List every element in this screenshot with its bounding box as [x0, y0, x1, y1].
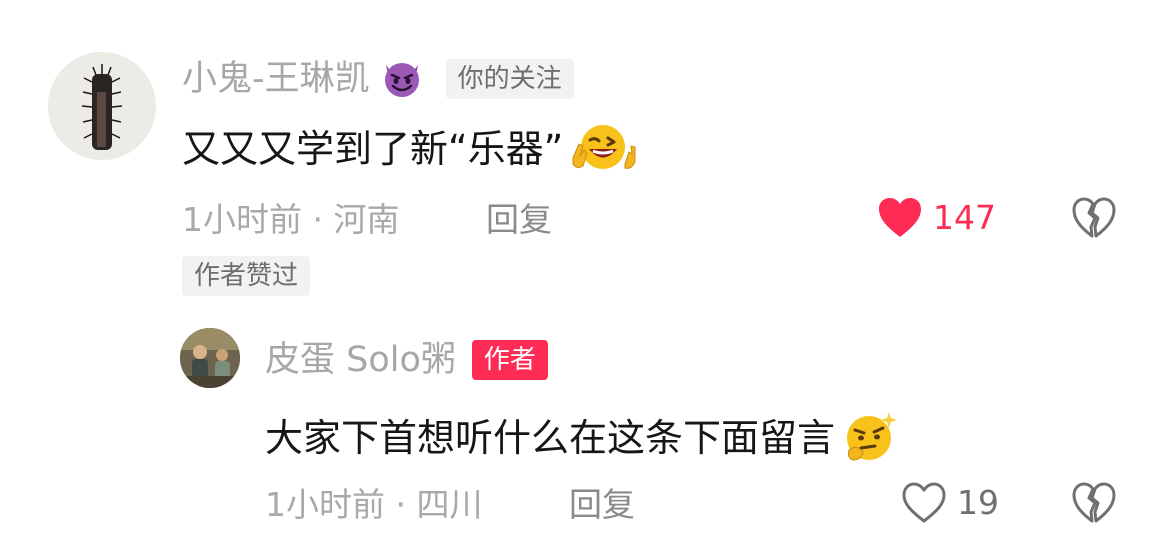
photo-avatar-icon: [180, 328, 240, 388]
comment-body[interactable]: 又又又学到了新“乐器”: [182, 120, 637, 178]
winking-peace-emoji-icon: [571, 120, 637, 178]
author-tag: 作者: [471, 340, 548, 380]
like-count: 147: [933, 198, 996, 237]
like-button[interactable]: 19: [901, 481, 999, 525]
reply-body[interactable]: 大家下首想听什么在这条下面留言: [265, 408, 901, 468]
reply-button[interactable]: 回复: [569, 485, 635, 525]
username[interactable]: 皮蛋 Solo粥: [265, 340, 456, 380]
thinking-sparkle-emoji-icon: [839, 408, 901, 468]
comment-header: 小鬼-王琳凯 你的关注: [182, 55, 574, 103]
heart-outline-icon: [901, 481, 947, 525]
reply-text: 大家下首想听什么在这条下面留言: [265, 416, 836, 460]
username[interactable]: 小鬼-王琳凯: [182, 59, 370, 99]
cactus-avatar-icon: [48, 52, 156, 160]
reply-header: 皮蛋 Solo粥 作者: [265, 340, 548, 380]
heart-filled-icon: [877, 196, 923, 240]
smiling-imp-icon: [380, 55, 424, 103]
broken-heart-icon[interactable]: [1071, 481, 1117, 525]
broken-heart-icon[interactable]: [1071, 196, 1117, 240]
like-button[interactable]: 147: [877, 196, 996, 240]
reply-button[interactable]: 回复: [486, 200, 552, 240]
author-liked-tag: 作者赞过: [182, 256, 311, 296]
time-location: 1小时前 · 河南: [182, 200, 400, 239]
avatar[interactable]: [48, 52, 156, 160]
avatar[interactable]: [180, 328, 240, 388]
follow-tag: 你的关注: [445, 59, 574, 99]
like-count: 19: [957, 483, 999, 522]
comment-text: 又又又学到了新“乐器”: [182, 127, 564, 171]
time-location: 1小时前 · 四川: [265, 485, 483, 524]
